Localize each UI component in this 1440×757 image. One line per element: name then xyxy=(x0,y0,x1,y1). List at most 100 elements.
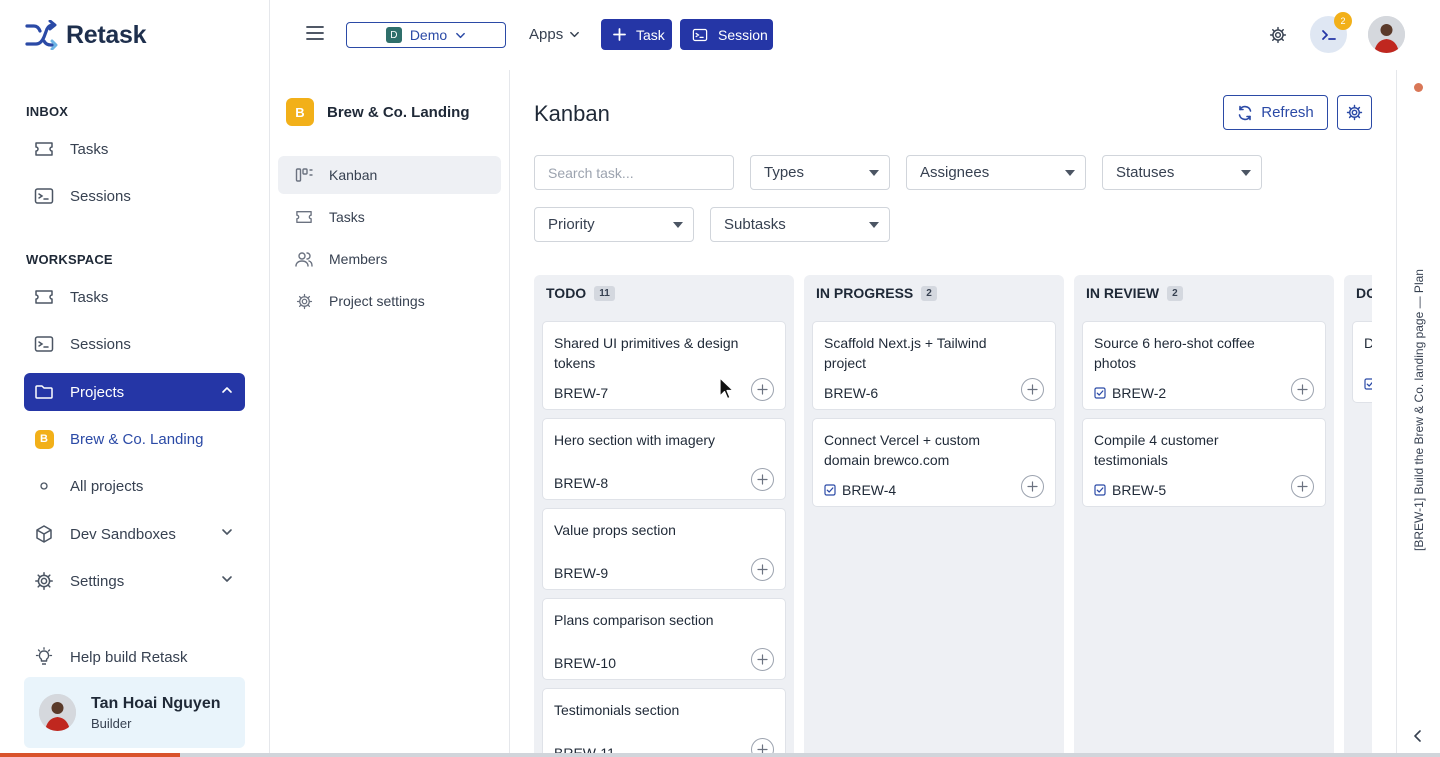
checkbox-checked-icon xyxy=(824,484,836,496)
sidebar-item-label: Dev Sandboxes xyxy=(70,525,176,543)
sidebar-item-brew-co-landing[interactable]: B Brew & Co. Landing xyxy=(24,420,245,458)
ticket-icon xyxy=(34,139,54,159)
project-header: B Brew & Co. Landing xyxy=(286,98,470,126)
terminal-icon xyxy=(692,28,708,42)
task-card-title: Source 6 hero-shot coffee photos xyxy=(1094,335,1255,371)
sidebar-item-projects[interactable]: Projects xyxy=(24,373,245,411)
add-subtask-button[interactable] xyxy=(751,558,774,581)
menu-icon[interactable] xyxy=(306,25,324,41)
task-card-title: Plans comparison section xyxy=(554,612,714,628)
chevron-down-icon[interactable] xyxy=(221,573,233,585)
project-nav-settings[interactable]: Project settings xyxy=(278,282,501,320)
chevron-down-icon[interactable] xyxy=(221,526,233,538)
task-card[interactable]: Plans comparison section BREW-10 xyxy=(542,598,786,680)
task-card-key: BREW-8 xyxy=(554,475,608,491)
task-card-title: Value props section xyxy=(554,522,676,538)
cube-icon xyxy=(34,524,54,544)
add-subtask-button[interactable] xyxy=(1021,475,1044,498)
project-sidebar: B Brew & Co. Landing Kanban Tasks Member… xyxy=(270,70,510,757)
sidebar-item-dev-sandboxes[interactable]: Dev Sandboxes xyxy=(24,515,245,553)
column-header: DO xyxy=(1356,285,1372,301)
task-card-key: BREW-4 xyxy=(824,482,896,498)
column-title: IN PROGRESS xyxy=(816,285,914,301)
plus-icon xyxy=(1297,384,1308,395)
task-card[interactable]: D xyxy=(1352,321,1372,403)
task-card[interactable]: Hero section with imagery BREW-8 xyxy=(542,418,786,500)
avatar[interactable] xyxy=(1368,16,1405,53)
add-subtask-button[interactable] xyxy=(1021,378,1044,401)
workspace-badge: D xyxy=(385,27,402,43)
chevron-left-icon[interactable] xyxy=(1413,730,1423,742)
column-title: IN REVIEW xyxy=(1086,285,1160,301)
sidebar-item-label: Tasks xyxy=(70,288,109,306)
sidebar-item-all-projects[interactable]: All projects xyxy=(24,467,245,505)
task-card-title: Hero section with imagery xyxy=(554,432,716,448)
user-name: Tan Hoai Nguyen xyxy=(91,694,221,712)
user-profile-card[interactable]: Tan Hoai Nguyen Builder xyxy=(24,677,245,748)
task-card[interactable]: Scaffold Next.js + Tailwind project BREW-… xyxy=(812,321,1056,410)
task-card[interactable]: Source 6 hero-shot coffee photos BREW-2 xyxy=(1082,321,1326,410)
task-card-title: Testimonials section xyxy=(554,702,680,718)
users-icon xyxy=(295,250,313,268)
plan-panel-title[interactable]: [BREW-1] Build the Brew & Co. landing pa… xyxy=(1412,269,1426,551)
add-subtask-button[interactable] xyxy=(1291,475,1314,498)
app-logo[interactable]: Retask xyxy=(24,20,147,50)
plus-icon xyxy=(757,564,768,575)
gear-icon[interactable] xyxy=(1269,26,1287,44)
mouse-cursor-icon xyxy=(719,377,734,400)
column-title: TODO xyxy=(546,285,587,301)
add-subtask-button[interactable] xyxy=(751,648,774,671)
add-subtask-button[interactable] xyxy=(751,378,774,401)
task-card[interactable]: Compile 4 customer testimonials BREW-5 xyxy=(1082,418,1326,507)
kanban-column: TODO 11 Shared UI primitives & design toke… xyxy=(534,275,794,757)
task-card-key xyxy=(1364,378,1372,390)
chevron-up-icon[interactable] xyxy=(221,384,233,396)
gear-icon xyxy=(295,292,313,310)
sidebar-item-tasks[interactable]: Tasks xyxy=(24,278,245,316)
add-subtask-button[interactable] xyxy=(751,468,774,491)
sidebar-item-help[interactable]: Help build Retask xyxy=(24,638,245,676)
sidebar-item-label: Sessions xyxy=(70,335,131,353)
column-count-badge: 2 xyxy=(1167,285,1183,301)
project-badge: B xyxy=(286,98,314,126)
kanban-column: DO D xyxy=(1344,275,1372,757)
task-key-label: BREW-8 xyxy=(554,475,609,491)
apps-menu[interactable]: Apps xyxy=(529,26,580,43)
task-card[interactable]: Value props section BREW-9 xyxy=(542,508,786,590)
checkbox-checked-icon xyxy=(1364,378,1372,390)
new-session-label: Session xyxy=(718,26,768,43)
task-card[interactable]: Shared UI primitives & design tokens BREW… xyxy=(542,321,786,410)
plus-icon xyxy=(757,654,768,665)
workspace-selector[interactable]: D Demo xyxy=(346,22,506,48)
task-card-key: BREW-5 xyxy=(1094,482,1166,498)
sidebar-item-label: All projects xyxy=(70,477,144,495)
sidebar-item-sessions[interactable]: Sessions xyxy=(24,325,245,363)
sidebar-item-inbox-sessions[interactable]: Sessions xyxy=(24,177,245,215)
ticket-icon xyxy=(295,208,313,226)
project-nav-tasks[interactable]: Tasks xyxy=(278,198,501,236)
task-card[interactable]: Testimonials section BREW-11 xyxy=(542,688,786,757)
add-subtask-button[interactable] xyxy=(1291,378,1314,401)
project-nav-label: Tasks xyxy=(329,209,365,225)
column-header: TODO 11 xyxy=(546,285,615,301)
chevron-down-icon xyxy=(455,30,466,41)
task-card[interactable]: Connect Vercel + custom domain brewco.co… xyxy=(812,418,1056,507)
workspace-name: Demo xyxy=(409,27,448,43)
sidebar-item-inbox-tasks[interactable]: Tasks xyxy=(24,130,245,168)
notification-badge: 2 xyxy=(1334,12,1352,30)
app-name: Retask xyxy=(66,20,147,49)
kanban-column: IN PROGRESS 2 Scaffold Next.js + Tailwind … xyxy=(804,275,1064,757)
new-task-button[interactable]: Task xyxy=(601,19,672,50)
new-task-label: Task xyxy=(636,26,665,43)
sidebar-item-label: Projects xyxy=(70,383,125,401)
kanban-column: IN REVIEW 2 Source 6 hero-shot coffee phot… xyxy=(1074,275,1334,757)
project-nav-members[interactable]: Members xyxy=(278,240,501,278)
project-nav-kanban[interactable]: Kanban xyxy=(278,156,501,194)
plus-icon xyxy=(1297,481,1308,492)
loading-progress-bar xyxy=(0,753,1440,757)
task-key-label: BREW-4 xyxy=(842,482,897,498)
sidebar-item-settings[interactable]: Settings xyxy=(24,562,245,600)
new-session-button[interactable]: Session xyxy=(680,19,773,50)
task-card-key: BREW-7 xyxy=(554,385,608,401)
task-card-key: BREW-2 xyxy=(1094,385,1166,401)
